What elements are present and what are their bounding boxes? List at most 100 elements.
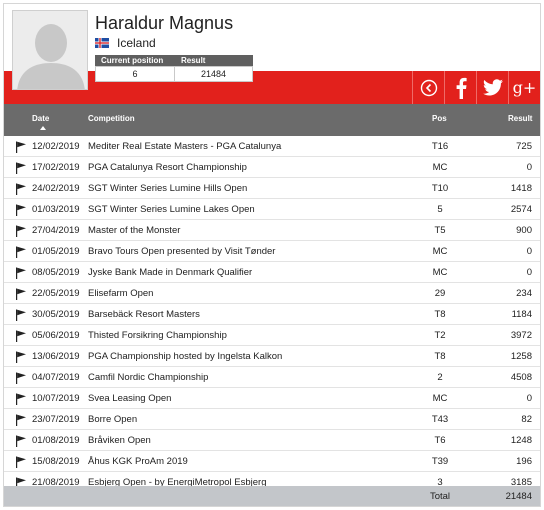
googleplus-icon: g+ [512,78,537,97]
row-position: T10 [431,183,449,194]
row-competition[interactable]: Master of the Monster [88,220,180,241]
table-row[interactable]: 17/02/2019 PGA Catalunya Resort Champions… [4,157,540,178]
current-position-label: Current position [101,56,164,65]
row-result: 196 [516,456,532,467]
row-position: 2 [437,372,443,383]
facebook-icon [456,77,467,99]
flag-icon [16,393,26,405]
row-competition[interactable]: Barsebäck Resort Masters [88,304,200,325]
row-competition[interactable]: Svea Leasing Open [88,388,171,409]
flag-icon [16,225,26,237]
flag-icon [16,372,26,384]
row-date: 24/02/2019 [32,183,80,194]
table-row[interactable]: 12/02/2019 Mediter Real Estate Masters - … [4,136,540,157]
row-result: 0 [526,267,532,278]
row-position: T8 [434,309,446,320]
row-competition[interactable]: PGA Catalunya Resort Championship [88,157,247,178]
row-result: 0 [526,393,532,404]
table-row[interactable]: 01/05/2019 Bravo Tours Open presented by … [4,241,540,262]
table-row[interactable]: 04/07/2019 Camfil Nordic Championship 2 450… [4,367,540,388]
column-header-pos[interactable]: Pos [432,114,447,123]
row-result: 4508 [510,372,532,383]
row-position: T43 [431,414,449,425]
row-competition[interactable]: Bravo Tours Open presented by Visit Tønd… [88,241,275,262]
flag-icon [16,456,26,468]
table-row[interactable]: 01/03/2019 SGT Winter Series Lumine Lakes… [4,199,540,220]
table-row[interactable]: 22/05/2019 Elisefarm Open 29 234 [4,283,540,304]
back-button[interactable] [412,71,444,104]
row-date: 01/05/2019 [32,246,80,257]
row-date: 10/07/2019 [32,393,80,404]
flag-icon [16,330,26,342]
table-row[interactable]: 13/06/2019 PGA Championship hosted by Ing… [4,346,540,367]
row-competition[interactable]: Bråviken Open [88,430,151,451]
sort-ascending-icon [40,126,46,130]
table-row[interactable]: 05/06/2019 Thisted Forsikring Championshi… [4,325,540,346]
current-position-value: 6 [96,67,175,81]
row-competition[interactable]: Elisefarm Open [88,283,153,304]
row-result: 3972 [510,330,532,341]
column-header-result[interactable]: Result [508,114,532,123]
row-result: 0 [526,246,532,257]
row-date: 22/05/2019 [32,288,80,299]
googleplus-share-button[interactable]: g+ [508,71,540,104]
row-date: 17/02/2019 [32,162,80,173]
row-competition[interactable]: PGA Championship hosted by Ingelsta Kalk… [88,346,282,367]
table-row[interactable]: 15/08/2019 Åhus KGK ProAm 2019 T39 196 [4,451,540,472]
player-name: Haraldur Magnus [95,13,234,33]
row-result: 1184 [511,309,532,320]
row-date: 12/02/2019 [32,141,80,152]
table-row[interactable]: 08/05/2019 Jyske Bank Made in Denmark Qua… [4,262,540,283]
table-row[interactable]: 10/07/2019 Svea Leasing Open MC 0 [4,388,540,409]
flag-icon [16,141,26,153]
row-position: T8 [434,351,446,362]
row-competition[interactable]: Åhus KGK ProAm 2019 [88,451,188,472]
row-position: T6 [434,435,446,446]
avatar-placeholder-icon [13,11,87,89]
row-position: 29 [434,288,446,299]
flag-icon [16,162,26,174]
column-header-competition[interactable]: Competition [88,114,135,123]
table-row[interactable]: 23/07/2019 Borre Open T43 82 [4,409,540,430]
flag-icon [16,288,26,300]
flag-icon [16,204,26,216]
row-competition[interactable]: Jyske Bank Made in Denmark Qualifier [88,262,252,283]
country-name: Iceland [117,36,156,50]
results-table-body: 12/02/2019 Mediter Real Estate Masters - … [4,136,540,493]
result-label: Result [181,56,206,65]
row-position: MC [432,246,448,257]
row-position: T5 [434,225,446,236]
results-table-header: Date Competition Pos Result [4,104,540,136]
facebook-share-button[interactable] [444,71,476,104]
row-competition[interactable]: Mediter Real Estate Masters - PGA Catalu… [88,136,281,157]
table-row[interactable]: 30/05/2019 Barsebäck Resort Masters T8 1184 [4,304,540,325]
flag-icon [16,267,26,279]
player-card: Haraldur Magnus Iceland Current position… [3,3,541,507]
row-position: T2 [434,330,446,341]
row-date: 08/05/2019 [32,267,80,278]
row-result: 725 [516,141,532,152]
row-competition[interactable]: SGT Winter Series Lumine Lakes Open [88,199,255,220]
flag-icon [16,246,26,258]
row-position: 5 [437,204,443,215]
player-stats: Current position Result 6 21484 [95,55,253,82]
table-row[interactable]: 24/02/2019 SGT Winter Series Lumine Hills… [4,178,540,199]
row-position: T39 [431,456,449,467]
row-competition[interactable]: SGT Winter Series Lumine Hills Open [88,178,247,199]
table-row[interactable]: 01/08/2019 Bråviken Open T6 1248 [4,430,540,451]
row-date: 15/08/2019 [32,456,80,467]
row-result: 1258 [510,351,532,362]
row-date: 13/06/2019 [32,351,80,362]
row-competition[interactable]: Thisted Forsikring Championship [88,325,227,346]
row-competition[interactable]: Camfil Nordic Championship [88,367,208,388]
table-row[interactable]: 27/04/2019 Master of the Monster T5 900 [4,220,540,241]
row-competition[interactable]: Borre Open [88,409,137,430]
row-result: 234 [516,288,532,299]
total-label: Total [429,491,451,502]
row-position: T16 [431,141,449,152]
twitter-share-button[interactable] [476,71,508,104]
column-header-date[interactable]: Date [32,114,49,130]
row-result: 1248 [510,435,532,446]
iceland-flag-icon [95,38,109,48]
row-result: 900 [516,225,532,236]
